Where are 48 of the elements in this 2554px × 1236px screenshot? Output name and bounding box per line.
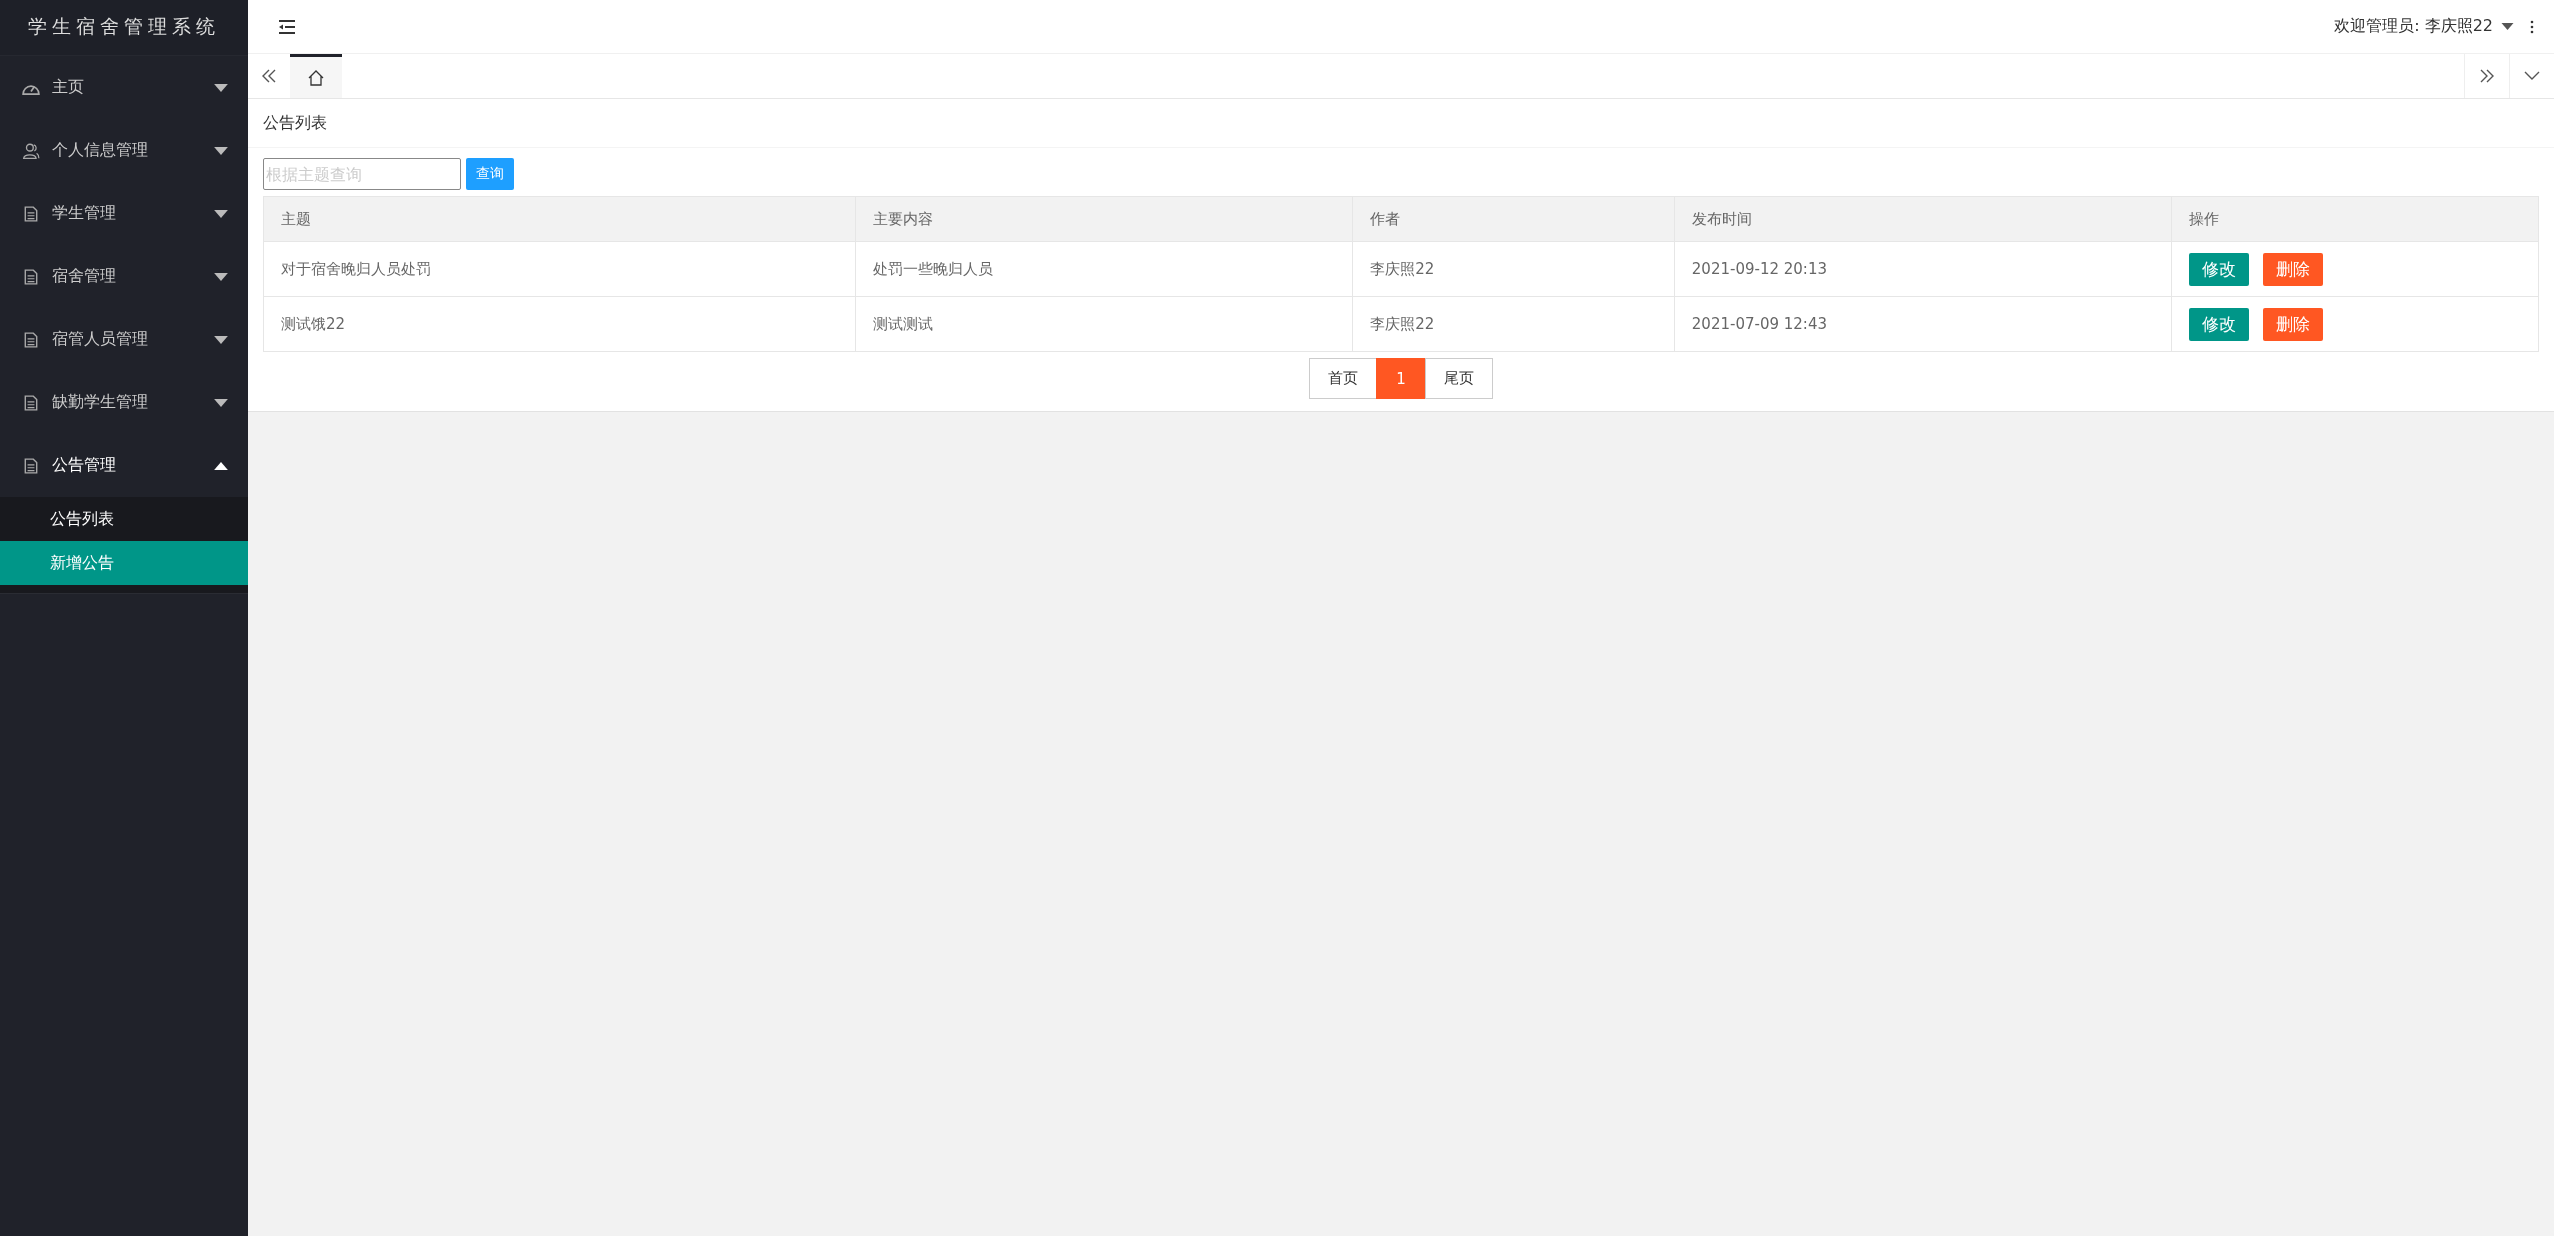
table-cell: 李庆照22 [1352,241,1675,297]
page-title: 公告列表 [248,99,2554,148]
table-cell: 李庆照22 [1352,296,1675,352]
column-header: 主要内容 [855,196,1353,242]
submenu-item[interactable]: 公告列表 [0,497,248,541]
more-icon[interactable] [2530,19,2534,34]
page-button[interactable]: 尾页 [1425,358,1493,399]
column-header: 操作 [2171,196,2539,242]
user-menu[interactable]: 欢迎管理员: 李庆照22 [2334,16,2493,37]
menu-label: 宿管人员管理 [52,329,149,350]
sidebar-item[interactable]: 个人信息管理 [0,119,248,182]
sidebar-item[interactable]: 宿舍管理 [0,245,248,308]
menu-icon[interactable] [278,19,296,34]
menu-label: 个人信息管理 [52,140,149,161]
double-chevron-left-icon [261,68,277,84]
caret-icon[interactable] [2501,23,2514,30]
document-icon [24,331,38,348]
menu-label: 缺勤学生管理 [52,392,149,413]
menu-label: 学生管理 [52,203,117,224]
sidebar-item[interactable]: 学生管理 [0,182,248,245]
menu-label: 宿舍管理 [52,266,117,287]
person-icon [22,141,40,160]
document-icon [24,457,38,474]
sidebar-item[interactable]: 缺勤学生管理 [0,371,248,434]
table-cell: 2021-07-09 12:43 [1674,296,2172,352]
table-cell: 2021-09-12 20:13 [1674,241,2172,297]
table-cell: 处罚一些晚归人员 [855,241,1353,297]
document-icon [24,268,38,285]
menu-label: 公告管理 [52,455,117,476]
document-icon [24,205,38,222]
column-header: 主题 [263,196,856,242]
page-button[interactable]: 首页 [1309,358,1377,399]
column-header: 发布时间 [1674,196,2172,242]
edit-button[interactable]: 修改 [2188,307,2249,341]
table-cell: 测试测试 [855,296,1353,352]
edit-button[interactable]: 修改 [2188,252,2249,286]
column-header: 作者 [1352,196,1675,242]
double-chevron-right-icon [2479,68,2495,84]
sidebar-item[interactable]: 宿管人员管理 [0,308,248,371]
submenu-item[interactable]: 新增公告 [0,541,248,585]
table-cell: 对于宿舍晚归人员处罚 [263,241,856,297]
table-cell: 测试饿22 [263,296,856,352]
sidebar-item[interactable]: 主页 [0,56,248,119]
sidebar-item[interactable]: 公告管理 [0,434,248,497]
home-tab[interactable] [290,54,342,98]
menu-label: 主页 [52,77,85,98]
home-icon [307,68,325,87]
document-icon [24,394,38,411]
